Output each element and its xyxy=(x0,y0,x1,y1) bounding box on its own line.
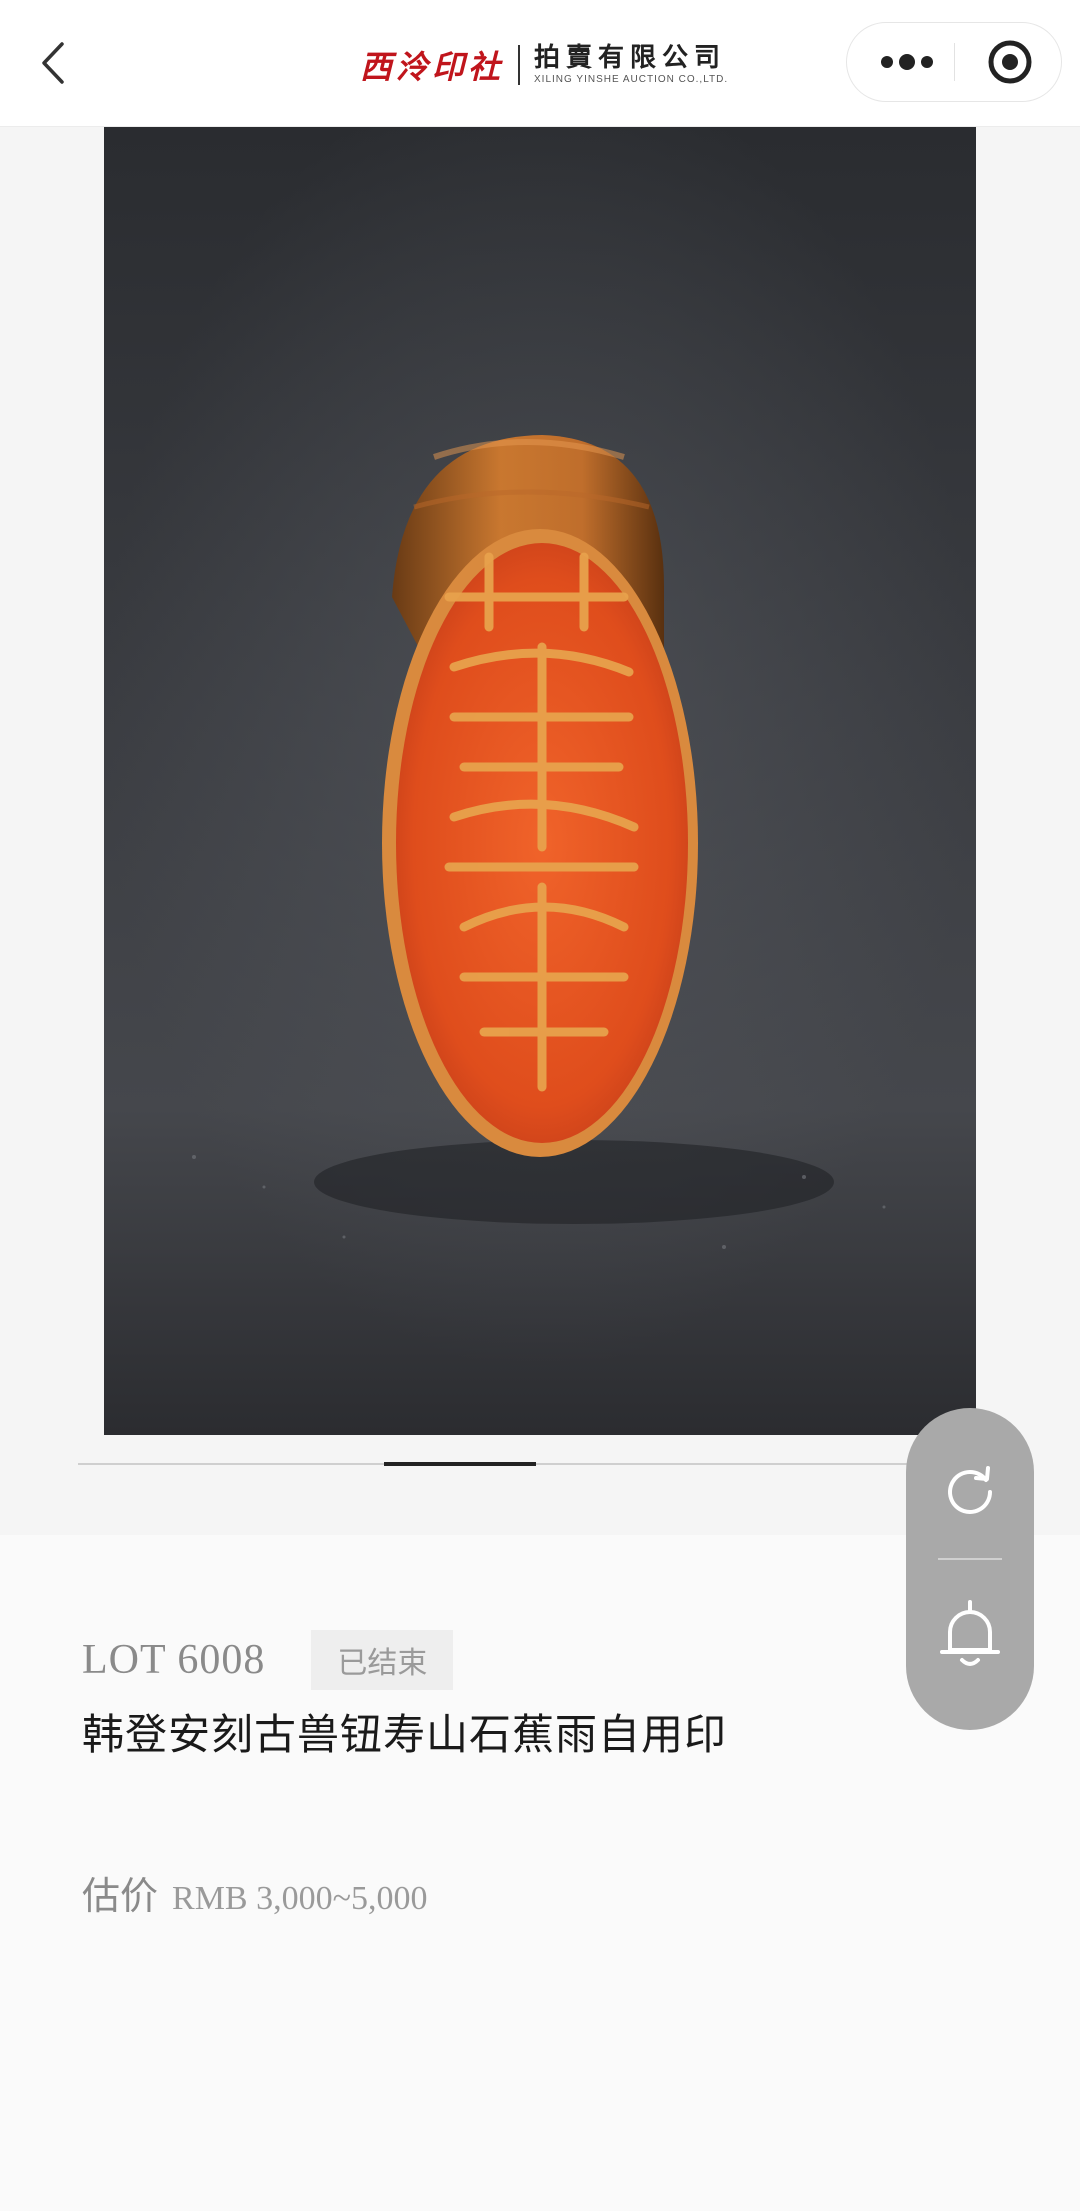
status-badge: 已结束 xyxy=(311,1630,454,1690)
capsule-divider xyxy=(954,43,955,81)
estimate-value: RMB 3,000~5,000 xyxy=(172,1880,428,1917)
gallery-progress-track xyxy=(78,1463,994,1465)
more-button[interactable] xyxy=(877,45,937,79)
refresh-button[interactable] xyxy=(940,1458,1000,1518)
brand-logo: 西泠印社 拍賣有限公司 XILING YINSHE AUCTION CO.,LT… xyxy=(360,40,728,90)
close-miniprogram-button[interactable] xyxy=(987,39,1033,85)
floating-action-panel xyxy=(906,1408,1034,1730)
image-gallery[interactable] xyxy=(0,127,1080,1535)
logo-divider xyxy=(518,45,521,85)
target-close-icon xyxy=(988,40,1032,84)
back-chevron-icon xyxy=(42,42,64,84)
logo-company-name: 拍賣有限公司 xyxy=(534,43,727,73)
logo-brand-text: 西泠印社 xyxy=(360,48,505,86)
lot-title: 韩登安刻古兽钮寿山石蕉雨自用印 xyxy=(82,1710,728,1759)
lot-photo[interactable] xyxy=(104,127,976,1435)
mini-program-capsule xyxy=(846,22,1062,102)
reminder-button[interactable] xyxy=(938,1598,1002,1670)
lot-number: LOT 6008 xyxy=(82,1637,266,1683)
refresh-icon xyxy=(948,1466,992,1514)
lot-header-row: LOT 6008 已结束 xyxy=(82,1630,454,1690)
estimate-row: 估价 RMB 3,000~5,000 xyxy=(82,1865,428,1920)
estimate-label: 估价 xyxy=(82,1874,159,1918)
logo-company-block: 拍賣有限公司 XILING YINSHE AUCTION CO.,LTD. xyxy=(534,43,728,87)
more-dots-icon xyxy=(881,54,933,70)
top-nav-bar: 西泠印社 拍賣有限公司 XILING YINSHE AUCTION CO.,LT… xyxy=(0,0,1080,127)
logo-company-name-en: XILING YINSHE AUCTION CO.,LTD. xyxy=(534,74,729,85)
gallery-progress-indicator xyxy=(384,1462,536,1466)
bell-icon xyxy=(940,1600,1000,1666)
panel-divider xyxy=(938,1558,1002,1560)
back-button[interactable] xyxy=(30,36,80,90)
seal-photo-image xyxy=(104,127,976,1435)
